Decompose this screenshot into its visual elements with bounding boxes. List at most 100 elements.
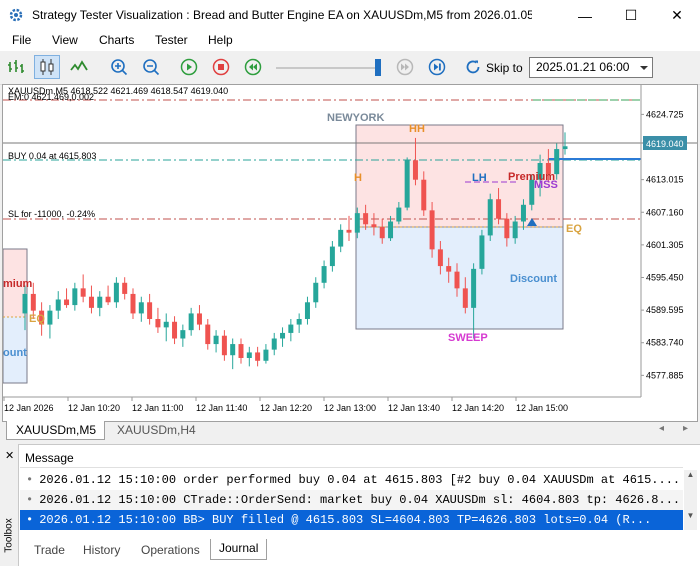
discount-label: Discount (510, 273, 557, 285)
speed-slider-track[interactable] (276, 67, 380, 69)
candle-body (280, 332, 286, 339)
candle-body (454, 271, 460, 289)
tab-scroll-left-icon[interactable]: ◂ (659, 423, 664, 434)
candle-body (113, 282, 119, 303)
log-bullet-icon: • (26, 513, 34, 527)
bar-chart-button[interactable] (3, 55, 29, 79)
skip-date-value: 2025.01.21 06:00 (536, 60, 630, 74)
message-column-header[interactable]: Message (25, 451, 74, 465)
candle-body (47, 310, 53, 325)
candle-body (379, 227, 385, 239)
minimize-button[interactable]: — (562, 0, 608, 31)
menu-help[interactable]: Help (208, 33, 233, 47)
h-label: H (354, 172, 362, 184)
maximize-button[interactable]: ☐ (608, 0, 654, 31)
tab-operations[interactable]: Operations (133, 541, 208, 561)
eq-label: EQ (566, 223, 582, 235)
time-tick-label: 12 Jan 11:40 (196, 403, 247, 413)
time-axis: 12 Jan 2026 12 Jan 10:20 12 Jan 11:00 12 Ja… (3, 397, 568, 413)
skip-to-button[interactable] (460, 55, 486, 79)
candle-body (246, 352, 252, 358)
candle-body (205, 324, 211, 345)
tab-journal[interactable]: Journal (210, 539, 268, 560)
price-tick-label: 4613.015 (646, 175, 684, 185)
stop-button[interactable] (208, 55, 234, 79)
candle-body (487, 199, 493, 236)
skip-to-label: Skip to (486, 61, 523, 75)
candle-body (346, 229, 352, 233)
candle-body (504, 218, 510, 239)
play-button[interactable] (176, 55, 202, 79)
candle-body (105, 296, 111, 303)
step-forward-button[interactable] (392, 55, 418, 79)
candle-body (64, 299, 70, 306)
sweep-label: SWEEP (448, 332, 488, 344)
time-tick-label: 12 Jan 11:00 (132, 403, 183, 413)
candle-body (338, 229, 344, 247)
price-tick-label: 4601.305 (646, 240, 684, 250)
menu-charts[interactable]: Charts (99, 33, 134, 47)
candle-body (122, 282, 128, 294)
candle-body (196, 313, 202, 325)
log-row[interactable]: • 2026.01.12 15:10:00 CTrade::OrderSend: … (20, 490, 683, 510)
candle-body (462, 288, 468, 308)
candle-body (22, 293, 28, 314)
toolbox-close-icon[interactable]: ✕ (5, 449, 14, 462)
tab-xauusdm-m5[interactable]: XAUUSDm,M5 (6, 421, 105, 440)
line-chart-button[interactable] (66, 55, 92, 79)
candle-chart-button[interactable] (34, 55, 60, 79)
candle-body (396, 207, 402, 222)
log-bullet-icon: • (26, 473, 34, 487)
rewind-button[interactable] (240, 55, 266, 79)
candle-body (371, 224, 377, 228)
app-gear-icon (9, 8, 23, 22)
time-tick-label: 12 Jan 13:00 (324, 403, 376, 413)
skip-date-select[interactable]: 2025.01.21 06:00 (529, 57, 653, 78)
tab-trade[interactable]: Trade (26, 541, 73, 561)
hh-label: HH (409, 123, 425, 135)
candlestick-icon (40, 59, 54, 75)
menu-file[interactable]: File (12, 33, 31, 47)
toolbox-side-label: Toolbox (3, 518, 15, 553)
zoom-in-button[interactable] (106, 55, 132, 79)
log-scrollbar[interactable]: ▲ ▼ (684, 470, 697, 530)
calendar-dropdown-icon[interactable] (638, 60, 650, 75)
speed-slider-thumb[interactable] (375, 59, 381, 76)
log-row-selected[interactable]: • 2026.01.12 15:10:00 BB> BUY filled @ 46… (20, 510, 683, 530)
tab-scroll-right-icon[interactable]: ▸ (683, 423, 688, 434)
play-icon (180, 58, 198, 76)
log-row-text: 2026.01.12 15:10:00 CTrade::OrderSend: m… (39, 493, 681, 507)
price-tick-label: 4595.450 (646, 272, 684, 282)
candle-body (313, 282, 319, 303)
scroll-down-icon[interactable]: ▼ (684, 511, 697, 520)
price-tick-label: 4589.595 (646, 305, 684, 315)
skip-end-button[interactable] (424, 55, 450, 79)
candle-body (130, 293, 136, 314)
price-tick-label: 4583.740 (646, 338, 684, 348)
mss-label: MSS (534, 179, 558, 191)
candle-body (180, 330, 186, 339)
candle-body (288, 324, 294, 333)
menu-view[interactable]: View (52, 33, 78, 47)
scroll-up-icon[interactable]: ▲ (684, 470, 697, 479)
candle-body (172, 321, 178, 339)
candle-body (363, 213, 369, 225)
candle-body (238, 344, 244, 358)
price-tick-label: 4607.160 (646, 207, 684, 217)
candle-body (163, 321, 169, 328)
tab-xauusdm-h4[interactable]: XAUUSDm,H4 (117, 423, 196, 437)
log-row[interactable]: • 2026.01.12 15:10:00 order performed buy… (20, 470, 683, 490)
time-tick-label: 12 Jan 12:20 (260, 403, 312, 413)
lh-label: LH (472, 172, 487, 184)
price-tick-label: 4577.885 (646, 370, 684, 380)
candle-body (496, 199, 502, 219)
price-chart[interactable]: XAUUSDm,M5 4618.522 4621.469 4618.547 46… (3, 85, 697, 421)
menu-tester[interactable]: Tester (155, 33, 188, 47)
zoom-out-button[interactable] (138, 55, 164, 79)
price-axis: 4624.725 4613.015 4607.160 4601.305 4595.450… (641, 109, 684, 380)
close-button[interactable]: ✕ (654, 0, 700, 31)
candle-body (88, 296, 94, 308)
current-price-label: 4619.040 (646, 139, 684, 149)
candle-body (471, 268, 477, 308)
tab-history[interactable]: History (75, 541, 128, 561)
